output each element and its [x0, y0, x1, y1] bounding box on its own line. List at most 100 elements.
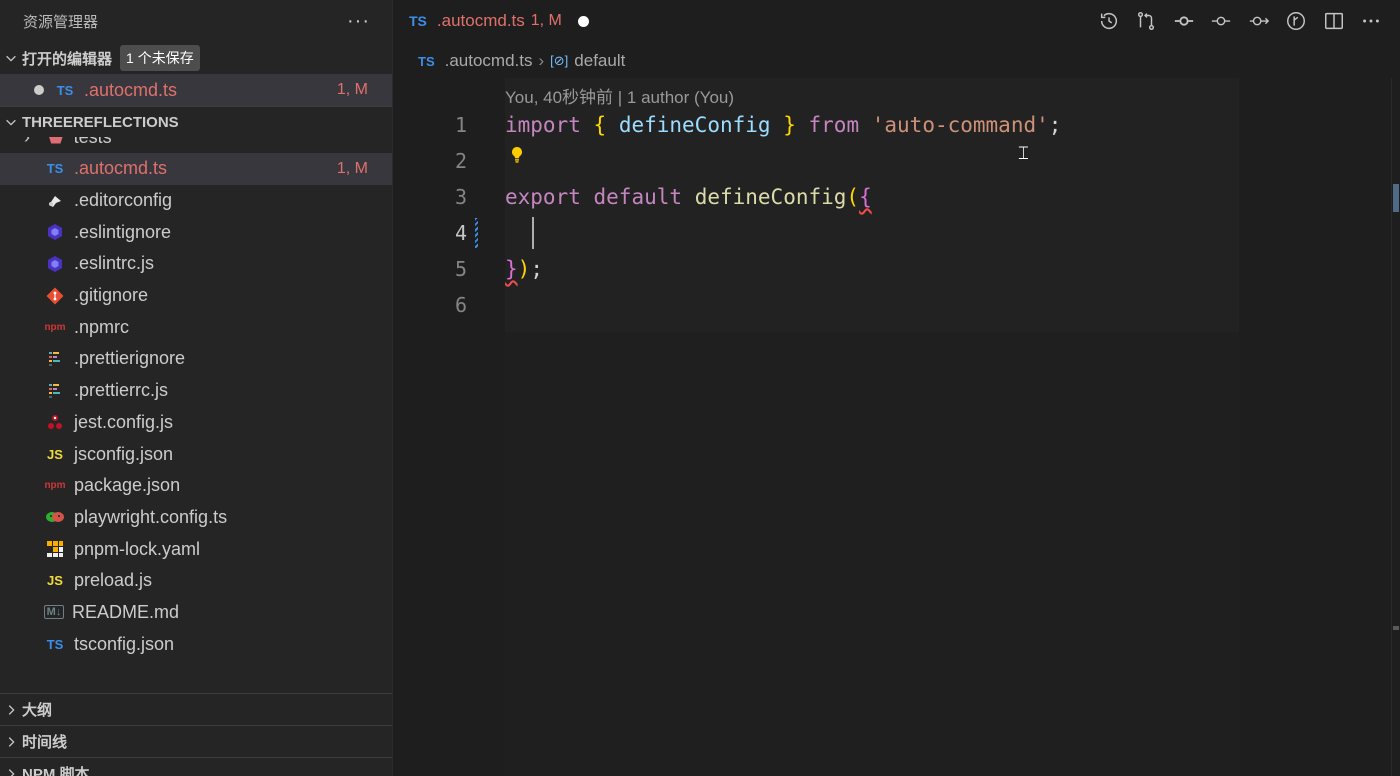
file-name: .prettierignore: [74, 348, 186, 369]
file-name: .gitignore: [74, 285, 149, 306]
tree-file-item[interactable]: .eslintrc.js: [0, 248, 392, 280]
section-label: NPM 脚本: [22, 766, 90, 776]
tree-file-item[interactable]: .prettierrc.js: [0, 375, 392, 407]
tree-file-item[interactable]: jest.config.js: [0, 407, 392, 439]
prettier-icon: [44, 381, 66, 401]
tree-file-item[interactable]: .eslintignore: [0, 216, 392, 248]
markdown-icon: M↓: [44, 605, 64, 620]
tree-folder-partial[interactable]: › ⬟ tests: [0, 137, 392, 153]
line-number: 6: [454, 293, 467, 317]
line-number: 2: [454, 149, 467, 173]
file-name: playwright.config.ts: [74, 506, 228, 527]
chevron-down-icon: [0, 51, 22, 65]
typescript-icon: TS: [46, 161, 64, 177]
project-name: THREEREFLECTIONS: [22, 113, 179, 131]
file-name: preload.js: [74, 570, 153, 591]
collapsed-sections: 大纲 时间线 NPM 脚本: [0, 693, 392, 776]
open-editor-file-name: .autocmd.ts: [84, 79, 178, 100]
breadcrumb: TS .autocmd.ts › [⊘] default: [393, 42, 1400, 80]
typescript-icon: TS: [418, 53, 435, 69]
section-label: 大纲: [22, 702, 53, 719]
typescript-icon: TS: [56, 82, 74, 98]
eslint-icon: [44, 254, 66, 274]
breadcrumb-symbol[interactable]: default: [574, 51, 625, 71]
git-next-icon[interactable]: [1240, 0, 1278, 42]
section-label: 时间线: [22, 734, 68, 751]
npm-icon: npm: [44, 321, 66, 333]
line-number: 5: [454, 257, 467, 281]
open-editor-item[interactable]: TS .autocmd.ts 1, M: [0, 74, 392, 106]
tree-file-item[interactable]: TS tsconfig.json: [0, 628, 392, 660]
open-editors-section-header[interactable]: 打开的编辑器 1 个未保存: [0, 42, 392, 74]
tree-file-item[interactable]: JS jsconfig.json: [0, 438, 392, 470]
chevron-right-icon: [0, 735, 22, 749]
pnpm-icon: [44, 539, 66, 559]
tree-file-item[interactable]: JS preload.js: [0, 565, 392, 597]
line-content: import { defineConfig } from 'auto-comma…: [505, 113, 1061, 137]
explorer-more-actions-icon[interactable]: ···: [347, 11, 370, 31]
scrollbar-thumb[interactable]: [1393, 184, 1399, 212]
jest-icon: [44, 412, 66, 432]
chevron-down-icon: [0, 115, 22, 129]
history-icon[interactable]: [1090, 0, 1128, 42]
token-string: 'auto-command': [871, 113, 1049, 137]
playwright-icon: [44, 507, 66, 527]
tree-file-item[interactable]: TS .autocmd.ts 1, M: [0, 153, 392, 185]
vertical-scrollbar[interactable]: [1391, 78, 1400, 776]
token-paren: (: [846, 185, 860, 209]
explorer-title: 资源管理器: [23, 13, 99, 31]
file-name: jsconfig.json: [74, 443, 174, 464]
tree-file-item[interactable]: .prettierignore: [0, 343, 392, 375]
file-name: .eslintignore: [74, 221, 172, 242]
file-name: .eslintrc.js: [74, 253, 155, 274]
token-brace: }: [783, 113, 796, 137]
line-content: });: [505, 257, 543, 281]
npm-scripts-section-header[interactable]: NPM 脚本: [0, 757, 392, 776]
outline-section-header[interactable]: 大纲: [0, 693, 392, 725]
tab-bar: TS .autocmd.ts 1, M: [393, 0, 1400, 42]
token-brace: {: [593, 113, 607, 137]
mouse-ibeam-icon: ⌶: [1018, 143, 1029, 163]
file-tree: › ⬟ tests TS .autocmd.ts 1, M .editorcon…: [0, 137, 392, 660]
lightbulb-icon[interactable]: [510, 146, 524, 164]
tree-file-item[interactable]: npm package.json: [0, 470, 392, 502]
editor-area: TS .autocmd.ts 1, M TS .autocmd.ts › [⊘]…: [393, 0, 1400, 776]
tree-file-item[interactable]: pnpm-lock.yaml: [0, 533, 392, 565]
file-status: 1, M: [336, 81, 368, 98]
prettier-icon: [44, 349, 66, 369]
tree-file-item[interactable]: npm .npmrc: [0, 311, 392, 343]
file-name: README.md: [72, 601, 180, 622]
timeline-section-header[interactable]: 时间线: [0, 725, 392, 757]
token-brace-error: {: [859, 185, 872, 209]
javascript-icon: JS: [47, 573, 63, 589]
tree-file-item[interactable]: playwright.config.ts: [0, 502, 392, 534]
tab-autocmd[interactable]: TS .autocmd.ts 1, M: [393, 0, 605, 42]
tree-file-item[interactable]: M↓ README.md: [0, 597, 392, 629]
git-previous-icon[interactable]: [1203, 0, 1241, 42]
token-keyword: export: [505, 185, 581, 209]
symbol-variable-icon: [⊘]: [550, 53, 569, 68]
tab-label: .autocmd.ts: [436, 11, 525, 30]
file-name: .autocmd.ts: [74, 158, 168, 179]
git-icon: [44, 286, 66, 306]
more-actions-icon[interactable]: [1353, 0, 1391, 42]
git-commit-icon[interactable]: [1165, 0, 1203, 42]
unsaved-dot-icon[interactable]: [577, 15, 589, 27]
file-name: package.json: [74, 475, 181, 496]
codelens-author[interactable]: You, 40秒钟前 | 1 author (You): [505, 83, 734, 108]
unsaved-dot-icon[interactable]: [34, 85, 44, 95]
tree-file-item[interactable]: .gitignore: [0, 280, 392, 312]
token-keyword: default: [593, 185, 683, 209]
code-editor[interactable]: You, 40秒钟前 | 1 author (You) 1 import { d…: [393, 78, 1400, 776]
compare-changes-icon[interactable]: [1128, 0, 1166, 42]
tests-folder-icon: ⬟: [48, 137, 64, 148]
split-editor-icon[interactable]: [1315, 0, 1353, 42]
gitlens-icon[interactable]: [1278, 0, 1316, 42]
editorconfig-icon: [44, 191, 66, 211]
tree-file-item[interactable]: .editorconfig: [0, 185, 392, 217]
gutter-modified-indicator: [475, 218, 478, 248]
line-number: 4: [454, 221, 467, 245]
project-section-header[interactable]: THREEREFLECTIONS: [0, 106, 392, 137]
line-number: 3: [454, 185, 467, 209]
breadcrumb-file[interactable]: .autocmd.ts: [445, 51, 533, 71]
